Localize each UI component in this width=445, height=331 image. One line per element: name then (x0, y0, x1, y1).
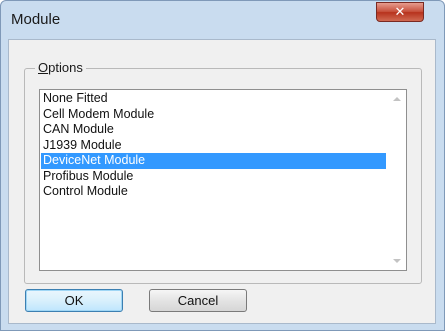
window-title: Module (11, 11, 61, 28)
module-dialog: Module ✕ Options None Fitted Cell Modem … (0, 0, 445, 331)
dialog-body: Options None Fitted Cell Modem Module CA… (8, 39, 436, 324)
options-list: None Fitted Cell Modem Module CAN Module… (41, 91, 386, 200)
list-item-profibus-module[interactable]: Profibus Module (41, 169, 386, 185)
options-group-label-rest: ptions (48, 60, 83, 75)
list-item-j1939-module[interactable]: J1939 Module (41, 138, 386, 154)
list-item-devicenet-module[interactable]: DeviceNet Module (41, 153, 386, 169)
list-item-can-module[interactable]: CAN Module (41, 122, 386, 138)
options-group-label: Options (35, 60, 86, 75)
scroll-up-arrow-icon[interactable] (393, 97, 401, 101)
options-listbox[interactable]: None Fitted Cell Modem Module CAN Module… (39, 89, 407, 271)
close-icon: ✕ (394, 4, 406, 19)
vertical-scrollbar[interactable] (389, 90, 406, 270)
cancel-button[interactable]: Cancel (149, 289, 247, 312)
title-bar[interactable]: Module ✕ (1, 1, 444, 37)
scroll-down-arrow-icon[interactable] (393, 259, 401, 263)
ok-button[interactable]: OK (25, 289, 123, 312)
list-item-control-module[interactable]: Control Module (41, 184, 386, 200)
options-groupbox: Options None Fitted Cell Modem Module CA… (24, 60, 422, 284)
options-group-label-mnemonic: O (38, 60, 49, 75)
close-button[interactable]: ✕ (376, 2, 424, 22)
list-item-none-fitted[interactable]: None Fitted (41, 91, 386, 107)
list-item-cell-modem-module[interactable]: Cell Modem Module (41, 107, 386, 123)
